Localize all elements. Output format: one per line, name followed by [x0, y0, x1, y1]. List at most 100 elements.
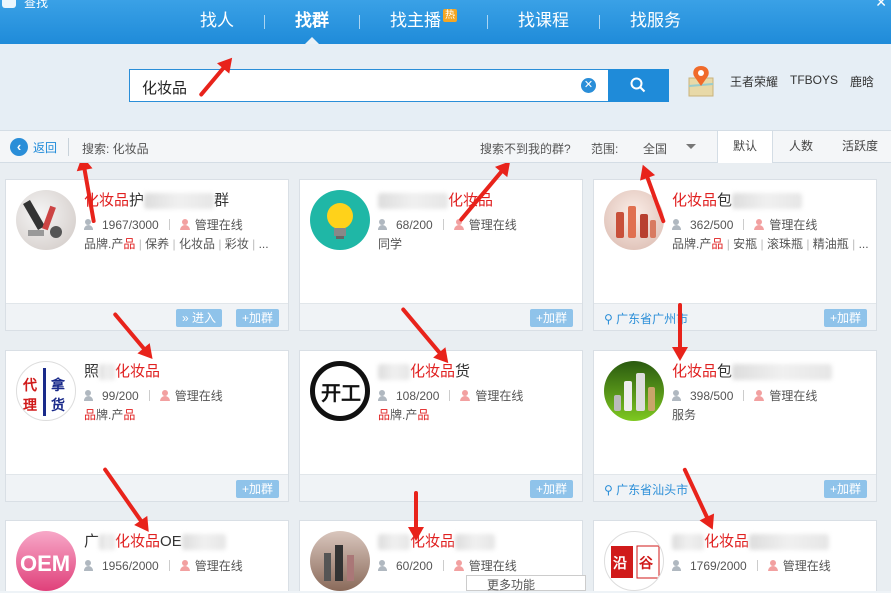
- search-input[interactable]: 化妆品 ✕: [129, 69, 609, 102]
- card-footer: ⚲ 广东省广州市 +加群: [594, 303, 876, 330]
- tab-find-service[interactable]: 找服务: [600, 0, 711, 44]
- group-card[interactable]: 开工 化妆品货 108/200 管理在线 品牌.产品 +加群: [299, 350, 583, 502]
- sort-members[interactable]: 人数: [773, 131, 829, 162]
- group-avatar: [310, 190, 370, 250]
- join-group-button[interactable]: +加群: [824, 480, 868, 498]
- back-button[interactable]: ‹ 返回: [10, 138, 57, 156]
- tag-brand: 品牌.产品: [84, 408, 136, 422]
- tab-find-course[interactable]: 找课程: [488, 0, 599, 44]
- members-icon: [378, 390, 392, 401]
- group-name[interactable]: 化妆品: [378, 530, 496, 551]
- tag-brand: 品牌.产品: [672, 237, 724, 251]
- members-icon: [378, 219, 392, 230]
- join-group-button[interactable]: +加群: [236, 480, 280, 498]
- group-name[interactable]: 化妆品包: [672, 360, 833, 381]
- group-card[interactable]: 化妆品护群 1967/3000 管理在线 品牌.产品 | 保养 | 化妆品 | …: [5, 179, 289, 331]
- divider: [68, 138, 69, 156]
- search-breadcrumb: 搜索: 化妆品: [82, 142, 149, 156]
- sort-default[interactable]: 默认: [717, 131, 773, 163]
- group-name[interactable]: 化妆品包: [672, 189, 803, 210]
- tag-brand: 品牌.产品: [84, 237, 136, 251]
- card-footer: ⚲ 广东省汕头市 +加群: [594, 474, 876, 501]
- range-label: 范围:: [591, 142, 619, 156]
- group-card[interactable]: 沿谷 化妆品 1769/2000 管理在线: [593, 520, 877, 591]
- card-location[interactable]: ⚲ 广东省汕头市: [604, 481, 688, 498]
- main-tabs: 找人 找群 找主播热 找课程 找服务: [170, 0, 711, 44]
- hot-badge: 热: [443, 9, 457, 22]
- group-card[interactable]: 化妆品 68/200 管理在线 同学 +加群: [299, 179, 583, 331]
- sort-activity[interactable]: 活跃度: [829, 131, 891, 162]
- enter-button[interactable]: » 进入: [176, 309, 223, 327]
- join-group-button[interactable]: +加群: [530, 309, 574, 327]
- title-bar: 查找 ✕ 找人 找群 找主播热 找课程 找服务: [0, 0, 891, 44]
- group-avatar: [16, 190, 76, 250]
- card-footer: » 进入 +加群: [6, 303, 288, 330]
- admin-icon: [767, 559, 779, 572]
- group-meta: 108/200 管理在线: [378, 387, 523, 404]
- hot-word-link[interactable]: TFBOYS: [790, 73, 838, 90]
- svg-text:理: 理: [23, 397, 37, 413]
- close-icon[interactable]: ✕: [875, 0, 887, 11]
- members-icon: [378, 560, 392, 571]
- admin-icon: [460, 389, 471, 402]
- group-meta: 1769/2000 管理在线: [672, 557, 831, 574]
- card-footer: +加群: [6, 474, 288, 501]
- not-found-link[interactable]: 搜索不到我的群?: [480, 140, 571, 157]
- search-icon: [630, 77, 646, 93]
- svg-text:开工: 开工: [321, 383, 361, 405]
- range-select[interactable]: 全国: [643, 140, 667, 157]
- svg-text:拿: 拿: [50, 377, 66, 393]
- join-group-button[interactable]: +加群: [530, 480, 574, 498]
- svg-text:谷: 谷: [639, 555, 654, 571]
- tab-find-group[interactable]: 找群: [265, 0, 359, 44]
- group-card[interactable]: 化妆品包 362/500 管理在线 品牌.产品 | 安瓶 | 滚珠瓶 | 精油瓶…: [593, 179, 877, 331]
- group-avatar: [310, 531, 370, 591]
- chevron-down-icon[interactable]: [686, 144, 696, 154]
- group-results: 化妆品护群 1967/3000 管理在线 品牌.产品 | 保养 | 化妆品 | …: [0, 163, 891, 591]
- members-icon: [84, 390, 98, 401]
- hot-words: 王者荣耀 TFBOYS 鹿晗: [730, 73, 874, 90]
- more-functions-tooltip[interactable]: 更多功能: [466, 575, 586, 592]
- admin-icon: [754, 389, 765, 402]
- group-tags: 品牌.产品 | 保养 | 化妆品 | 彩妆 | ...: [84, 237, 269, 251]
- group-avatar: 沿谷: [604, 531, 664, 591]
- hot-word-link[interactable]: 鹿晗: [850, 73, 874, 90]
- search-button[interactable]: [608, 69, 669, 102]
- clear-icon[interactable]: ✕: [581, 78, 596, 93]
- tab-find-streamer[interactable]: 找主播热: [360, 0, 487, 44]
- back-label: 返回: [33, 140, 58, 155]
- group-card[interactable]: 化妆品包 398/500 管理在线 服务 ⚲ 广东省汕头市 +加群: [593, 350, 877, 502]
- group-name[interactable]: 化妆品: [672, 530, 830, 551]
- annotation-arrow: [672, 303, 688, 361]
- group-meta: 1956/2000 管理在线: [84, 557, 243, 574]
- join-group-button[interactable]: +加群: [236, 309, 280, 327]
- search-query: 化妆品: [142, 80, 188, 97]
- join-group-button[interactable]: +加群: [824, 309, 868, 327]
- group-name[interactable]: 照化妆品: [84, 360, 160, 381]
- group-name[interactable]: 广化妆品OE: [84, 530, 226, 551]
- group-meta: 60/200 管理在线: [378, 557, 517, 574]
- group-meta: 362/500 管理在线: [672, 216, 817, 233]
- group-tags: 同学: [378, 237, 403, 251]
- svg-text:货: 货: [50, 397, 65, 413]
- admin-icon: [754, 218, 765, 231]
- group-avatar: 开工: [310, 361, 370, 421]
- group-card[interactable]: 代理拿货 照化妆品 99/200 管理在线 品牌.产品 +加群: [5, 350, 289, 502]
- hot-word-link[interactable]: 王者荣耀: [730, 73, 778, 90]
- location-map-icon[interactable]: [686, 64, 716, 100]
- group-name[interactable]: 化妆品护群: [84, 189, 229, 210]
- group-name[interactable]: 化妆品货: [378, 360, 470, 381]
- card-location[interactable]: ⚲ 广东省广州市: [604, 310, 688, 327]
- back-arrow-icon: ‹: [10, 138, 28, 156]
- group-tags: 品牌.产品: [378, 406, 429, 423]
- svg-text:OEM: OEM: [20, 551, 70, 576]
- group-tags: 品牌.产品: [84, 406, 135, 423]
- group-avatar: OEM: [16, 531, 76, 591]
- search-area: 化妆品 ✕ 王者荣耀 TFBOYS 鹿晗: [0, 44, 891, 130]
- admin-icon: [453, 559, 465, 572]
- card-footer: +加群: [300, 303, 582, 330]
- filter-bar: ‹ 返回 搜索: 化妆品 搜索不到我的群? 范围: 全国 默认 人数 活跃度: [0, 130, 891, 163]
- location-pin-icon: ⚲: [604, 312, 617, 326]
- members-icon: [84, 560, 98, 571]
- tab-find-people[interactable]: 找人: [170, 0, 264, 44]
